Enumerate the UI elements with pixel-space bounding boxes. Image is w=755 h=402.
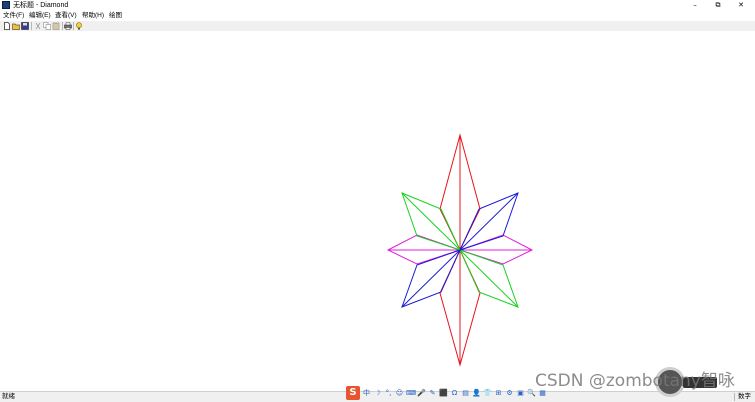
ime-theme-icon[interactable]: 👕 [483,389,492,398]
ime-punctuation-icon[interactable]: °, [384,389,393,398]
ime-grid-icon[interactable]: ⊞ [494,389,503,398]
ime-user-icon[interactable]: 👤 [472,389,481,398]
menu-draw[interactable]: 绘图 [109,12,122,20]
csdn-watermark: CSDN @zombotany智咏 [535,371,735,391]
drawing-canvas[interactable] [0,31,755,391]
new-icon[interactable] [3,22,11,30]
status-ready: 就绪 [2,393,15,400]
app-icon[interactable] [2,1,10,9]
sogou-logo-icon[interactable]: S [346,386,360,400]
print-icon[interactable] [64,22,72,30]
cut-icon[interactable] [34,22,42,30]
menu-edit[interactable]: 编辑(E) [29,12,51,20]
ime-halfwidth-icon[interactable]: ☽ [373,389,382,398]
menu-bar: 文件(F) 编辑(E) 查看(V) 帮助(H) 绘图 [0,11,755,21]
ime-keyboard-icon[interactable]: ⌨ [406,389,416,398]
open-icon[interactable] [12,22,20,30]
menu-view[interactable]: 查看(V) [55,12,77,20]
close-button[interactable]: ✕ [730,0,752,11]
ime-chinese-mode-icon[interactable]: 中 [362,389,371,398]
ime-skin-icon[interactable]: ⬛ [439,389,448,398]
toolbar-separator [31,22,32,30]
ime-screenshot-icon[interactable]: ▣ [516,389,525,398]
ime-tools-icon[interactable]: ▤ [461,389,470,398]
minimize-button[interactable]: – [684,0,706,11]
menu-help[interactable]: 帮助(H) [82,12,104,20]
ime-settings-icon[interactable]: ⚙ [505,389,514,398]
status-numlock: 数字 [734,393,751,401]
ime-toolbar: S 中 ☽ °, ☺ ⌨ 🎤 ✎ ⬛ Ω ▤ 👤 👕 ⊞ ⚙ ▣ 🔍 ▦ [346,386,547,400]
maximize-button[interactable]: ⧉ [707,0,729,11]
menu-file[interactable]: 文件(F) [3,12,24,20]
paste-icon[interactable] [52,22,60,30]
save-icon[interactable] [21,22,29,30]
toolbar-separator [62,22,63,30]
diamond-drawing [386,133,534,367]
ime-voice-icon[interactable]: 🎤 [417,389,426,398]
about-icon[interactable] [75,22,83,30]
ime-handwriting-icon[interactable]: ✎ [428,389,437,398]
ime-emoji-icon[interactable]: ☺ [395,389,404,398]
copy-icon[interactable] [43,22,51,30]
ime-symbols-icon[interactable]: Ω [450,389,459,398]
toolbar-separator [73,22,74,30]
title-bar: 无标题 - Diamond – ⧉ ✕ [0,0,755,11]
window-title: 无标题 - Diamond [13,2,69,9]
